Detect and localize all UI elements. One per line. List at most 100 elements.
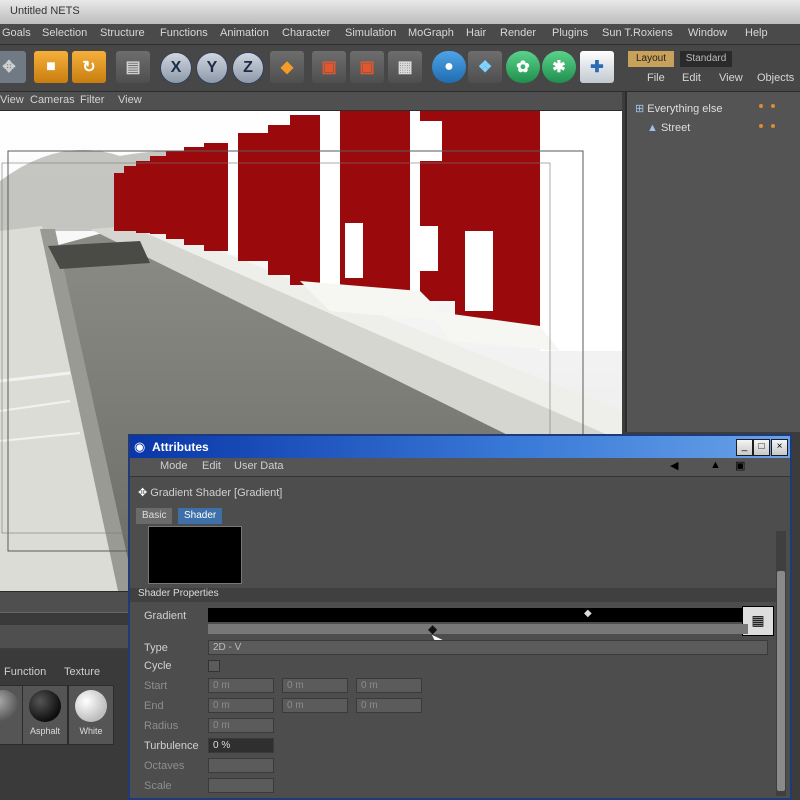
viewport-menu-cameras[interactable]: Cameras (30, 94, 75, 106)
menu-render[interactable]: Render (500, 27, 536, 39)
om-menu-objects[interactable]: Objects (757, 72, 794, 84)
viewport-menubar: View Cameras Filter View (0, 92, 622, 111)
tab-basic[interactable]: Basic (136, 508, 173, 524)
material-swatch[interactable]: White (68, 685, 114, 745)
material-manager: Function Texture Asphalt White (0, 650, 130, 800)
attr-menu-mode[interactable]: Mode (160, 460, 188, 472)
close-button[interactable]: × (771, 439, 788, 456)
move-icon[interactable]: ✥ (0, 51, 26, 83)
gradient-bar[interactable] (208, 608, 748, 622)
polygon-object-icon: ▲ (647, 122, 658, 134)
gradient-knot[interactable]: ◆ (584, 608, 592, 619)
end-z-field[interactable]: 0 m (356, 698, 422, 713)
menu-animation[interactable]: Animation (220, 27, 269, 39)
light-icon[interactable]: ✚ (580, 51, 614, 83)
material-preview (0, 690, 19, 722)
scale-icon[interactable]: ■ (34, 51, 68, 83)
timeline-strip[interactable] (0, 591, 130, 648)
object-row[interactable]: ▲ Street (647, 122, 690, 134)
standard-tab[interactable]: Standard (680, 51, 732, 67)
material-menu-function[interactable]: Function (4, 666, 46, 678)
cycle-label: Cycle (144, 660, 172, 672)
app-title: Untitled NETS (10, 5, 80, 17)
tab-shader[interactable]: Shader (178, 508, 223, 524)
gradient-label: Gradient (144, 610, 187, 622)
render-picture-icon[interactable]: ▣ (350, 51, 384, 83)
menu-help[interactable]: Help (745, 27, 768, 39)
menu-hair[interactable]: Hair (466, 27, 486, 39)
menu-goals[interactable]: Goals (2, 27, 31, 39)
section-header: Shader Properties (130, 588, 776, 602)
timeline-ruler[interactable] (0, 612, 130, 625)
deformer-icon[interactable]: ✱ (542, 51, 576, 83)
x-axis-icon[interactable]: X (160, 52, 192, 84)
menu-mograph[interactable]: MoGraph (408, 27, 454, 39)
type-label: Type (144, 642, 168, 654)
clapboard-icon[interactable]: ▤ (116, 51, 150, 83)
octaves-field[interactable] (208, 758, 274, 773)
gradient-knot-track[interactable] (208, 624, 748, 634)
menu-plugins[interactable]: Plugins (552, 27, 588, 39)
array-icon[interactable]: ✿ (506, 51, 540, 83)
scale-field[interactable] (208, 778, 274, 793)
end-y-field[interactable]: 0 m (282, 698, 348, 713)
world-icon[interactable]: ◆ (270, 51, 304, 83)
start-x-field[interactable]: 0 m (208, 678, 274, 693)
end-x-field[interactable]: 0 m (208, 698, 274, 713)
turbulence-label: Turbulence (144, 740, 199, 752)
attr-menu-edit[interactable]: Edit (202, 460, 221, 472)
attr-menu-user-data[interactable]: User Data (234, 460, 284, 472)
gradient-shader-icon: ✥ (138, 487, 148, 499)
material-label: Asphalt (29, 726, 61, 736)
z-axis-icon[interactable]: Z (232, 52, 264, 84)
om-menu-file[interactable]: File (647, 72, 665, 84)
y-axis-icon[interactable]: Y (196, 52, 228, 84)
visibility-dots[interactable] (755, 100, 795, 140)
end-label: End (144, 700, 164, 712)
scrollbar-thumb[interactable] (777, 571, 785, 791)
material-menu-texture[interactable]: Texture (64, 666, 100, 678)
om-menu-view[interactable]: View (719, 72, 743, 84)
lock-icon[interactable]: ▣ (735, 459, 745, 472)
menu-functions[interactable]: Functions (160, 27, 208, 39)
object-label: Everything else (647, 103, 723, 115)
start-z-field[interactable]: 0 m (356, 678, 422, 693)
attributes-window: ◉ Attributes _ □ × Mode Edit User Data ◀… (128, 434, 792, 800)
minimize-button[interactable]: _ (736, 439, 753, 456)
om-menu-edit[interactable]: Edit (682, 72, 701, 84)
object-manager-panel: File Edit View Objects ⊞ Everything else… (625, 72, 800, 432)
rotate-icon[interactable]: ↻ (72, 51, 106, 83)
cube-primitive-icon[interactable]: ● (432, 51, 466, 83)
material-preview (75, 690, 107, 722)
menu-character[interactable]: Character (282, 27, 330, 39)
menu-selection[interactable]: Selection (42, 27, 87, 39)
back-arrow-icon[interactable]: ◀ (670, 459, 678, 472)
render-view-icon[interactable]: ▣ (312, 51, 346, 83)
attributes-scrollbar[interactable] (776, 531, 786, 796)
layout-tab[interactable]: Layout (628, 51, 674, 67)
section-title: Shader Properties (138, 588, 219, 599)
up-arrow-icon[interactable]: ▲ (710, 459, 721, 471)
viewport-menu-view2[interactable]: View (118, 94, 142, 106)
object-label: Street (660, 122, 691, 134)
attributes-title: Attributes (152, 440, 209, 454)
type-select[interactable]: 2D - V (208, 640, 768, 655)
menu-sun-t-roxiens[interactable]: Sun T.Roxiens (602, 27, 673, 39)
attributes-title-bar[interactable]: ◉ Attributes _ □ × (130, 436, 790, 458)
viewport-menu-filter[interactable]: Filter (80, 94, 104, 106)
attributes-menubar: Mode Edit User Data ◀ ▲ ▣ (130, 458, 790, 477)
viewport-menu-view[interactable]: View (0, 94, 24, 106)
material-swatch[interactable]: Asphalt (22, 685, 68, 745)
render-settings-icon[interactable]: ▦ (388, 51, 422, 83)
turbulence-field[interactable]: 0 % (208, 738, 274, 753)
menu-window[interactable]: Window (688, 27, 727, 39)
cycle-checkbox[interactable] (208, 660, 220, 672)
radius-field[interactable]: 0 m (208, 718, 274, 733)
start-y-field[interactable]: 0 m (282, 678, 348, 693)
menu-structure[interactable]: Structure (100, 27, 145, 39)
nurbs-icon[interactable]: ❖ (468, 51, 502, 83)
menu-simulation[interactable]: Simulation (345, 27, 396, 39)
object-row[interactable]: ⊞ Everything else (635, 102, 723, 115)
maximize-button[interactable]: □ (753, 439, 770, 456)
null-object-icon: ⊞ (635, 103, 645, 115)
